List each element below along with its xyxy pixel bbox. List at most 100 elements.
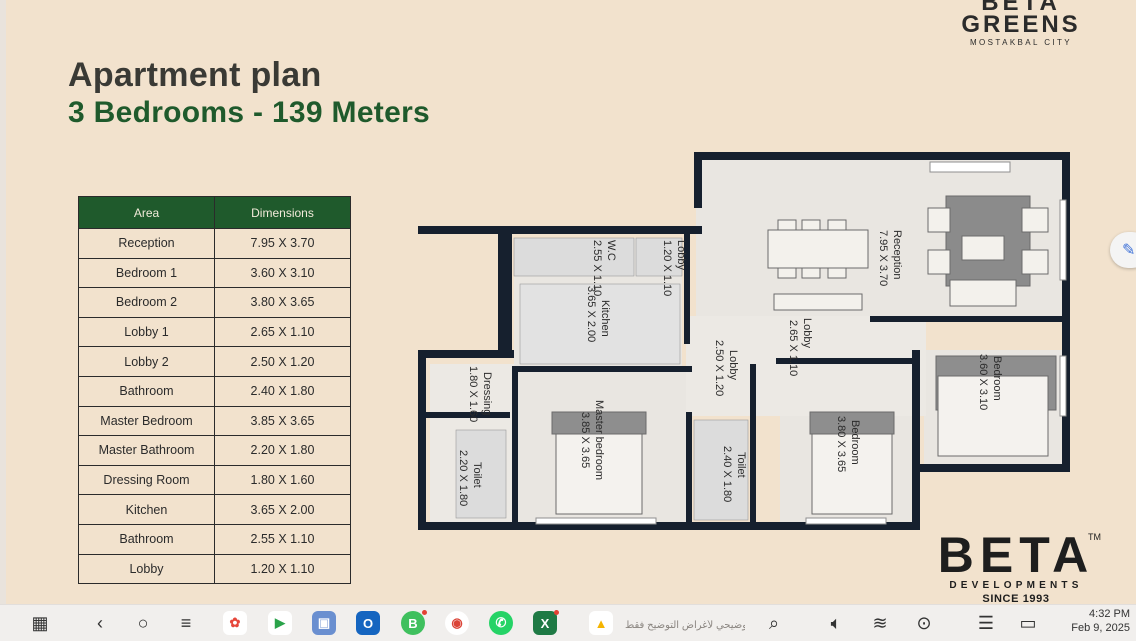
photos-icon[interactable]: ✿ (223, 611, 247, 635)
location-icon[interactable]: ⊙ (912, 611, 936, 635)
label-lobby-small-dim: 1.20 X 1.10 (661, 240, 673, 296)
slide-margin (0, 0, 6, 604)
label-lobby2: Lobby (727, 350, 739, 380)
chair (827, 219, 847, 231)
table-cell-area: Bedroom 1 (78, 257, 215, 289)
table-cell-area: Master Bathroom (78, 435, 215, 466)
wall-bedroom1-left (912, 350, 920, 530)
label-dressing: Dressing (481, 372, 493, 415)
label-master: Master bedroom (593, 400, 605, 480)
sideboard (773, 293, 863, 311)
armchair (1021, 249, 1049, 275)
table-row: Bedroom 2 3.80 X 3.65 (78, 287, 351, 318)
trademark-mark: TM (1088, 532, 1101, 542)
table-cell-area: Reception (78, 228, 215, 259)
table-row: Bathroom 2.40 X 1.80 (78, 375, 351, 407)
notes-icon[interactable]: ☰ (974, 611, 998, 635)
table-cell-area: Lobby 2 (78, 346, 215, 377)
table-cell-dimensions: 3.85 X 3.65 (214, 405, 351, 437)
home-icon[interactable]: ○ (131, 611, 155, 635)
window-reception-right (1059, 199, 1067, 281)
table-row: Kitchen 3.65 X 2.00 (78, 494, 351, 525)
wall-master-right (686, 412, 692, 526)
label-lobby2-dim: 2.50 X 1.20 (713, 340, 725, 396)
outlook-icon[interactable]: O (356, 611, 380, 635)
table-cell-dimensions: 2.40 X 1.80 (214, 375, 351, 407)
label-lobby-small: Lobby (675, 240, 687, 270)
table-cell-area: Kitchen (78, 494, 215, 525)
table-cell-area: Bathroom (78, 375, 215, 407)
ticker-text: عرض توضيحي لأغراض التوضيح فقط (625, 620, 745, 631)
window-bedroom1-right (1059, 355, 1067, 417)
table-header-dimensions: Dimensions (214, 196, 351, 229)
label-toilet1: Toilet (471, 462, 483, 488)
apps-grid-icon[interactable]: ▦ (28, 611, 52, 635)
whatsapp-icon[interactable]: ✆ (489, 611, 513, 635)
edit-floating-button[interactable]: ✎ (1110, 232, 1136, 268)
table-cell-area: Bathroom (78, 523, 215, 555)
table-row: Lobby 1.20 X 1.10 (78, 553, 351, 585)
wall-bottom-right (912, 464, 1070, 472)
label-toilet2-dim: 2.40 X 1.80 (721, 446, 733, 502)
table-cell-area: Bedroom 2 (78, 287, 215, 318)
table-cell-dimensions: 3.80 X 3.65 (214, 287, 351, 318)
wall-master-left (512, 366, 518, 526)
window-bedroom2 (805, 517, 887, 525)
label-bedroom2-dim: 3.80 X 3.65 (835, 416, 847, 472)
label-lobby1: Lobby (801, 318, 813, 348)
wall-master-top (512, 366, 692, 372)
back-icon[interactable]: ‹ (88, 611, 112, 635)
label-reception: Reception (891, 230, 903, 280)
brand-logo-bottom: BETA TM DEVELOPMENTS SINCE 1993 (926, 530, 1106, 606)
page-title: Apartment plan (68, 56, 322, 94)
table-cell-dimensions: 1.20 X 1.10 (214, 553, 351, 585)
play-store-icon[interactable]: ▶ (268, 611, 292, 635)
taskbar: ▦ ‹ ○ ≡ ✿ ▶ ▣ O B ◉ ✆ X ▲ ⌕ 🔈︎ ≋ ⊙ ☰ ▭ (0, 604, 1136, 641)
excel-icon[interactable]: X (533, 610, 559, 635)
table-row: Lobby 2 2.50 X 1.20 (78, 346, 351, 377)
chair (801, 267, 821, 279)
brand-logo-top: BETA GREENS MOSTAKBAL CITY (954, 0, 1088, 48)
clock-time: 4:32 PM (1089, 608, 1130, 620)
chair (827, 267, 847, 279)
wall-reception-left (694, 152, 702, 208)
label-reception-dim: 7.95 X 3.70 (877, 230, 889, 286)
whatsapp-business-icon[interactable]: B (401, 610, 427, 635)
label-master-dim: 3.85 X 3.65 (579, 412, 591, 468)
table-row: Bedroom 1 3.60 X 3.10 (78, 257, 351, 289)
wifi-icon[interactable]: ≋ (868, 611, 892, 635)
coffee-table (961, 235, 1005, 261)
chrome-icon[interactable]: ◉ (445, 611, 469, 635)
wall-top (694, 152, 1070, 160)
label-dressing-dim: 1.80 X 1.60 (467, 366, 479, 422)
page-subtitle: 3 Bedrooms - 139 Meters (68, 96, 431, 129)
brand-name: BETA (937, 527, 1095, 583)
table-row: Bathroom 2.55 X 1.10 (78, 523, 351, 555)
armchair (927, 207, 951, 233)
floor-plan: Reception 7.95 X 3.70 W.C 2.55 X 1.10 Lo… (416, 150, 1076, 532)
volume-icon[interactable]: 🔈︎ (824, 611, 848, 635)
wall-left-step (418, 350, 514, 358)
system-clock[interactable]: 4:32 PM Feb 9, 2025 (1054, 607, 1130, 635)
gallery-icon[interactable]: ▣ (312, 611, 336, 635)
label-kitchen-dim: 3.65 X 2.00 (585, 286, 597, 342)
label-kitchen: Kitchen (599, 300, 611, 337)
wall-left (418, 350, 426, 530)
armchair (1021, 207, 1049, 233)
label-bedroom1: Bedroom (991, 356, 1003, 401)
wall-upper-mid (418, 226, 702, 234)
label-toilet2: Toilet (735, 452, 747, 478)
table-cell-area: Dressing Room (78, 464, 215, 496)
battery-icon[interactable]: ▭ (1016, 611, 1040, 635)
table-row: Master Bedroom 3.85 X 3.65 (78, 405, 351, 437)
search-icon[interactable]: ⌕ (762, 611, 786, 635)
table-cell-dimensions: 3.60 X 3.10 (214, 257, 351, 289)
table-row: Reception 7.95 X 3.70 (78, 228, 351, 259)
label-lobby1-dim: 2.65 X 1.10 (787, 320, 799, 376)
label-bedroom2: Bedroom (849, 420, 861, 465)
menu-icon[interactable]: ≡ (174, 611, 198, 635)
table-row: Dressing Room 1.80 X 1.60 (78, 464, 351, 496)
drive-icon[interactable]: ▲ (589, 611, 613, 635)
dining-table (767, 229, 869, 269)
wall-left-upper (498, 232, 512, 356)
